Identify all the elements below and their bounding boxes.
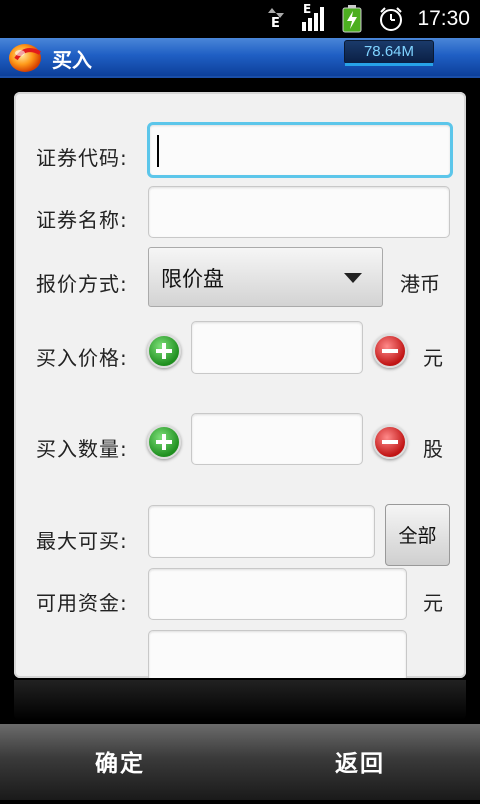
dropdown-arrow-icon bbox=[344, 273, 362, 283]
max-buyable-label: 最大可买: bbox=[36, 529, 128, 553]
confirm-button[interactable]: 确定 bbox=[0, 724, 240, 800]
quote-type-label: 报价方式: bbox=[36, 272, 128, 296]
page-title: 买入 bbox=[52, 48, 92, 72]
currency-label: 港币 bbox=[400, 272, 440, 296]
buy-price-input[interactable] bbox=[191, 321, 363, 374]
buy-quantity-label: 买入数量: bbox=[36, 437, 128, 461]
app-logo-icon bbox=[6, 41, 44, 73]
buy-quantity-input[interactable] bbox=[191, 413, 363, 465]
quantity-increase-button[interactable] bbox=[147, 425, 181, 459]
main-content: 证券代码: 证券名称: 报价方式: 限价盘 港币 买入价格: 元 买入数量: 股… bbox=[0, 78, 480, 724]
back-button[interactable]: 返回 bbox=[240, 724, 480, 800]
quote-type-dropdown[interactable]: 限价盘 bbox=[148, 247, 383, 307]
memory-badge[interactable]: 78.64M bbox=[344, 40, 434, 66]
clock-time: 17:30 bbox=[417, 7, 470, 30]
max-buyable-field[interactable] bbox=[148, 505, 375, 558]
panel-shadow bbox=[14, 680, 466, 720]
text-caret bbox=[157, 135, 159, 167]
stock-code-label: 证券代码: bbox=[36, 146, 128, 170]
quote-type-value: 限价盘 bbox=[161, 267, 224, 291]
stock-code-input[interactable] bbox=[147, 122, 453, 178]
bottom-action-bar: 确定 返回 bbox=[0, 724, 480, 800]
next-field-partial[interactable] bbox=[148, 630, 407, 678]
quantity-unit-label: 股 bbox=[423, 437, 443, 461]
funds-unit-label: 元 bbox=[423, 591, 443, 615]
buy-price-label: 买入价格: bbox=[36, 346, 128, 370]
alarm-clock-icon bbox=[378, 6, 404, 36]
available-funds-label: 可用资金: bbox=[36, 591, 128, 615]
quantity-decrease-button[interactable] bbox=[373, 425, 407, 459]
price-decrease-button[interactable] bbox=[373, 334, 407, 368]
order-form-panel: 证券代码: 证券名称: 报价方式: 限价盘 港币 买入价格: 元 买入数量: 股… bbox=[14, 92, 466, 678]
battery-charging-icon bbox=[342, 5, 362, 37]
stock-name-label: 证券名称: bbox=[36, 208, 128, 232]
status-bar: E E 17:30 bbox=[0, 0, 480, 38]
stock-name-field[interactable] bbox=[148, 186, 450, 238]
price-unit-label: 元 bbox=[423, 346, 443, 370]
title-bar: 买入 78.64M bbox=[0, 38, 480, 78]
network-type-label-2: E bbox=[303, 2, 312, 16]
buy-all-button[interactable]: 全部 bbox=[385, 504, 450, 566]
price-increase-button[interactable] bbox=[147, 334, 181, 368]
available-funds-field[interactable] bbox=[148, 568, 407, 620]
network-type-label: E bbox=[271, 16, 280, 31]
